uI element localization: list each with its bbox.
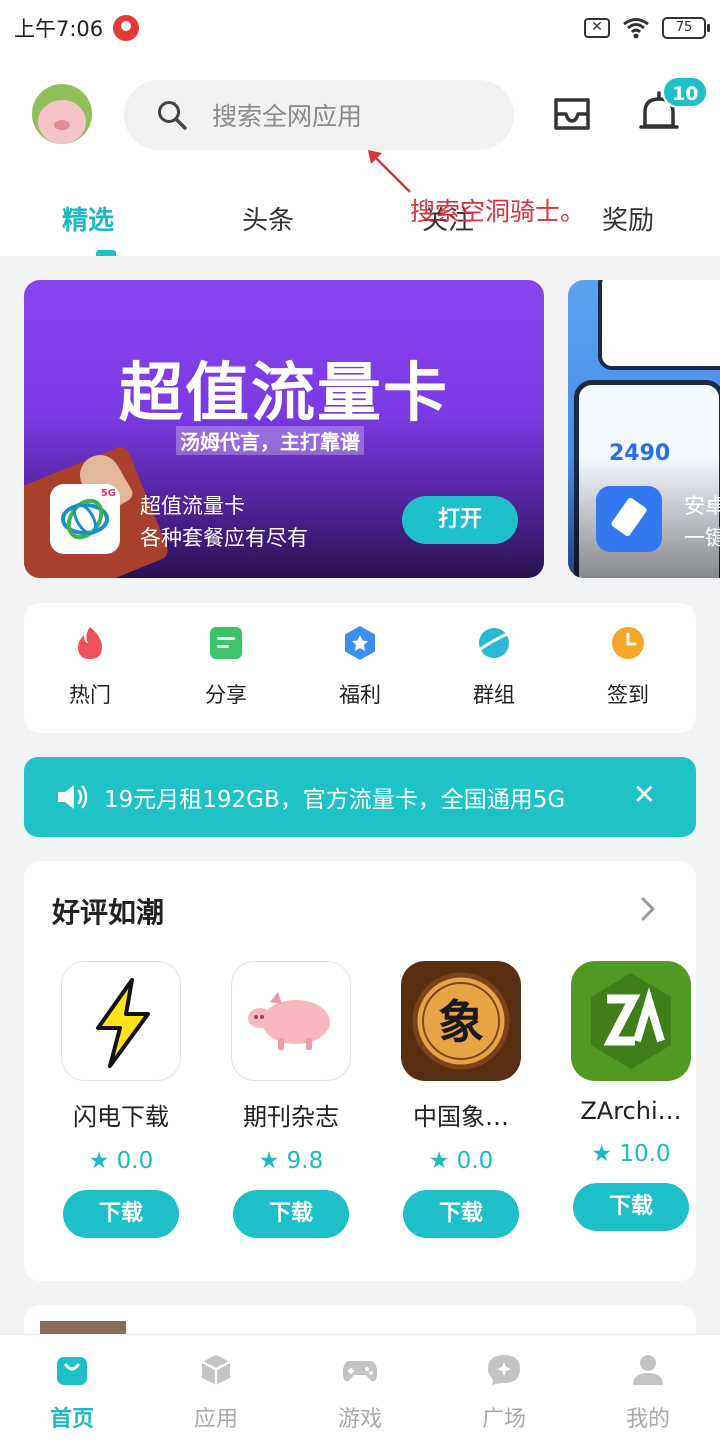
next-banner-app-name: 安卓 [684, 494, 720, 518]
phone-screenshot-1 [598, 280, 720, 370]
section-title: 好评如潮 [52, 896, 165, 929]
gift-icon [345, 626, 375, 660]
tab-rewards[interactable]: 奖励 [602, 200, 654, 237]
promo-banner[interactable]: 超值流量卡 汤姆代言，主打靠谱 5G 超值流量卡 各种套餐应有尽有 打开 [24, 280, 544, 578]
chat-spark-icon [488, 1355, 520, 1385]
good-reviews-section: 好评如潮 闪电下载 ★ 0.0 下载 期刊杂志 ★ 9.8 下载 象 中国象… … [24, 861, 696, 1281]
nav-home[interactable]: 首页 [22, 1353, 122, 1433]
download-button[interactable]: 下载 [63, 1190, 179, 1238]
quick-item-welfare[interactable]: 福利 [310, 625, 410, 709]
app-rating: ★ 9.8 [258, 1148, 324, 1174]
inbox-icon[interactable] [552, 94, 592, 134]
5g-badge: 5G [100, 488, 116, 499]
chevron-right-icon[interactable] [638, 895, 658, 923]
app-rating: ★ 10.0 [591, 1141, 671, 1167]
app-notification-icon [113, 15, 140, 41]
nav-label: 首页 [49, 1407, 94, 1432]
close-icon[interactable]: ✕ [633, 779, 656, 811]
search-icon [158, 101, 187, 130]
nav-square[interactable]: 广场 [454, 1353, 554, 1433]
banner-slogan: 汤姆代言，主打靠谱 [176, 426, 364, 455]
notification-badge: 10 [662, 76, 709, 108]
app-card-zarchiver[interactable]: ZArchi… ★ 10.0 下载 [571, 961, 691, 1231]
banner-title: 超值流量卡 [119, 356, 449, 431]
download-button[interactable]: 下载 [233, 1190, 349, 1238]
search-bar[interactable]: 搜索全网应用 [124, 80, 514, 150]
person-icon [633, 1355, 663, 1385]
nav-label: 游戏 [337, 1407, 382, 1432]
cleaner-app-icon [596, 486, 662, 552]
app-card-lightning[interactable]: 闪电下载 ★ 0.0 下载 [61, 961, 181, 1238]
header: 搜索全网应用 10 精选 头条 关注 奖励 [0, 56, 720, 256]
annotation-arrow-icon [368, 150, 411, 193]
quick-label: 福利 [339, 683, 381, 707]
quick-item-share[interactable]: 分享 [176, 625, 276, 709]
chess-app-icon: 象 [401, 961, 521, 1081]
fire-icon [78, 627, 102, 659]
lightning-app-icon [61, 961, 181, 1081]
avatar[interactable] [32, 84, 92, 144]
banner-app-desc: 各种套餐应有尽有 [140, 526, 308, 550]
clock-icon [612, 627, 644, 659]
cube-icon [201, 1355, 231, 1385]
notice-bar[interactable]: 19元月租192GB，官方流量卡，全国通用5G ✕ [24, 757, 696, 837]
nav-label: 广场 [481, 1407, 526, 1432]
quick-menu: 热门 分享 福利 群组 签到 [24, 603, 696, 733]
tab-headlines[interactable]: 头条 [242, 200, 294, 237]
quick-label: 群组 [473, 683, 515, 707]
app-rating: ★ 0.0 [88, 1148, 154, 1174]
status-time: 上午7:06 [14, 17, 104, 41]
search-placeholder: 搜索全网应用 [212, 102, 363, 131]
gamepad-icon [343, 1361, 377, 1382]
nav-apps[interactable]: 应用 [166, 1353, 266, 1433]
nav-games[interactable]: 游戏 [310, 1353, 410, 1433]
quick-item-groups[interactable]: 群组 [444, 625, 544, 709]
quick-label: 热门 [69, 683, 111, 707]
speaker-icon [58, 785, 88, 809]
chess-piece-char: 象 [438, 995, 484, 1049]
battery-icon: 75 [662, 17, 710, 39]
status-bar: 上午7:06 ✕ 75 [0, 0, 720, 56]
bottom-nav: 首页 应用 游戏 广场 我的 [0, 1334, 720, 1440]
quick-label: 签到 [607, 683, 649, 707]
download-button[interactable]: 下载 [403, 1190, 519, 1238]
nav-label: 应用 [193, 1407, 238, 1432]
top-tabs: 精选 头条 关注 奖励 [0, 192, 720, 256]
sim-off-icon: ✕ [584, 18, 610, 38]
wifi-icon [623, 18, 649, 39]
app-card-chinese-chess[interactable]: 象 中国象… ★ 0.0 下载 [401, 961, 521, 1238]
next-banner-app-desc: 一键 [684, 526, 720, 550]
tab-indicator [96, 250, 116, 256]
app-name: ZArchi… [580, 1097, 682, 1125]
nav-mine[interactable]: 我的 [598, 1353, 698, 1433]
planet-icon [477, 628, 511, 658]
app-rating: ★ 0.0 [428, 1148, 494, 1174]
annotation-text: 搜索空洞骑士。 [410, 197, 586, 226]
open-button[interactable]: 打开 [402, 496, 518, 544]
notice-text: 19元月租192GB，官方流量卡，全国通用5G [104, 787, 566, 813]
share-icon [210, 627, 242, 659]
quick-item-hot[interactable]: 热门 [40, 625, 140, 709]
pig-app-icon [231, 961, 351, 1081]
china-mobile-app-icon: 5G [50, 484, 120, 554]
app-name: 闪电下载 [73, 1103, 169, 1131]
app-card-journals[interactable]: 期刊杂志 ★ 9.8 下载 [231, 961, 351, 1238]
zarchiver-app-icon [571, 961, 691, 1081]
quick-item-checkin[interactable]: 签到 [578, 625, 678, 709]
next-banner[interactable]: 2490 安卓 一键 [568, 280, 720, 578]
nav-label: 我的 [625, 1407, 670, 1432]
quick-label: 分享 [205, 683, 247, 707]
banner-app-name: 超值流量卡 [140, 494, 245, 518]
app-name: 期刊杂志 [243, 1103, 339, 1131]
home-bag-icon [57, 1357, 87, 1385]
download-button[interactable]: 下载 [573, 1183, 689, 1231]
tab-featured[interactable]: 精选 [62, 200, 114, 237]
app-name: 中国象… [413, 1103, 509, 1131]
